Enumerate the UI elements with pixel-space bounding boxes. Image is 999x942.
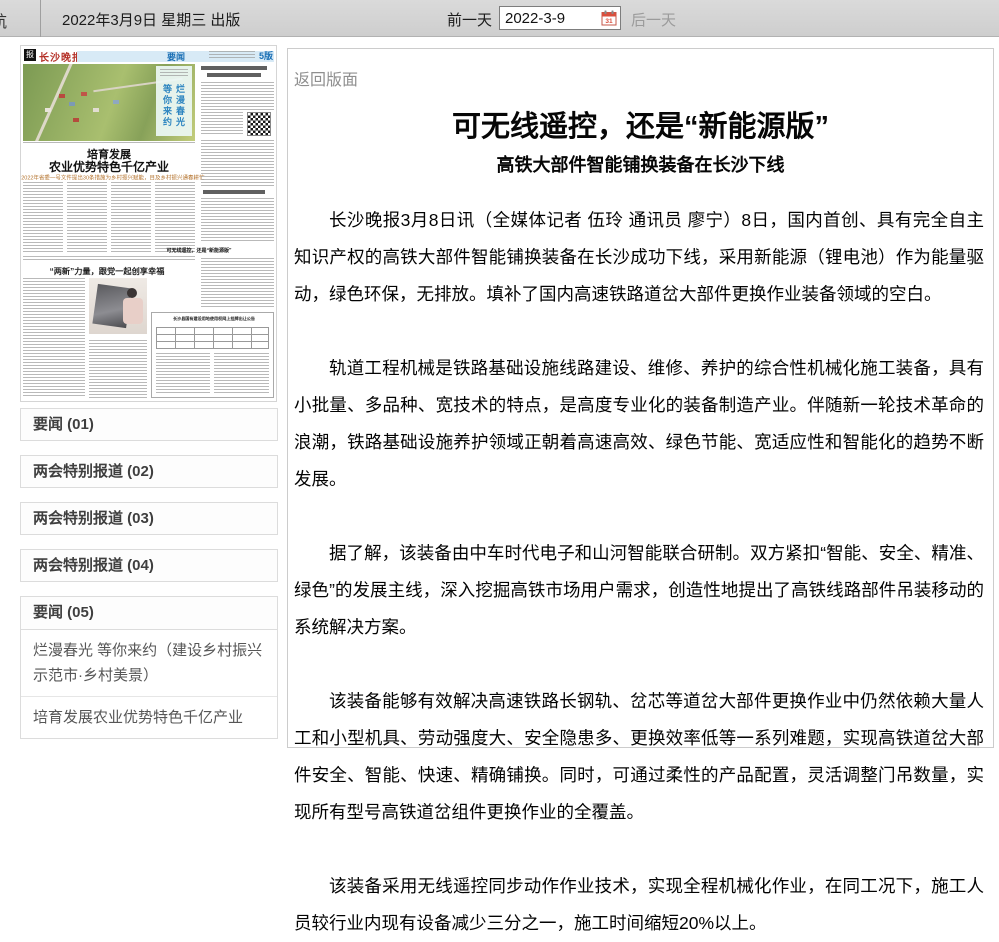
photo-house [45,108,51,112]
aerial-village-photo: 烂漫春光 等你来约 [23,64,195,141]
photo-road [32,64,73,141]
article-panel: 返回版面 可无线遥控，还是“新能源版” 高铁大部件智能铺换装备在长沙下线 长沙晚… [287,48,994,748]
sidebar-article-link[interactable]: 烂漫春光 等你来约（建设乡村振兴示范市·乡村美景） [21,630,277,697]
next-day-link-disabled: 后一天 [631,9,676,30]
photo-house [69,102,75,106]
page-number-label: 5版 [259,49,273,62]
mini-headline-bar [201,66,267,70]
section-label: 要闻 [167,50,185,63]
text-column [214,353,269,395]
article-paragraph: 据了解，该装备由中车时代电子和山河智能联合研制。双方紧扣“智能、安全、精准、绿色… [294,535,984,646]
spring-banner: 烂漫春光 等你来约 [156,66,192,136]
article-paragraph: 长沙晚报3月8日讯（全媒体记者 伍玲 通讯员 廖宁）8日，国内首创、具有完全自主… [294,202,984,313]
article-title: 可无线遥控，还是“新能源版” [288,103,993,145]
text-column [155,182,195,252]
text-column [111,182,151,252]
calendar-icon[interactable]: 31 [601,10,617,26]
photo-house [113,100,119,104]
clipped-nav-text: 航 [0,8,7,32]
text-column [67,182,107,252]
sidebar: 报 长沙晚报 要闻 5版 烂漫春光 等你来约 培育发展 农业优势特色千亿产业 2… [20,45,278,739]
worker-coat-shape [123,298,143,324]
mini-headline-bar [203,190,265,194]
svg-text:31: 31 [605,18,613,25]
text-column [23,278,85,398]
current-page-box: 要闻 (05) 烂漫春光 等你来约（建设乡村振兴示范市·乡村美景） 培育发展农业… [20,596,278,739]
sidebar-page-item[interactable]: 两会特别报道 (03) [20,502,278,535]
sidebar-page-item[interactable]: 两会特别报道 (04) [20,549,278,582]
photo-house [59,94,65,98]
text-column [201,140,274,186]
banner-text: 烂漫春光 等你来约 [161,80,187,132]
kicker-line [23,259,195,262]
worker-head-shape [127,288,137,298]
photo-caption-line [23,142,195,145]
land-notice-block: 长沙县国有建设用地使用权网上挂牌出让公告 [151,312,274,398]
photo-house [93,108,99,112]
newspaper-logo: 报 [24,49,36,61]
current-page-label[interactable]: 要闻 (05) [21,597,277,630]
text-column [23,182,63,252]
topbar-divider [40,0,41,37]
worker-photo [89,278,147,334]
date-input-value[interactable]: 2022-3-9 [505,10,565,27]
masthead-info-lines [209,51,255,59]
text-column [201,258,274,308]
notice-headline: 长沙县国有建设用地使用权网上挂牌出让公告 [153,315,276,321]
text-column [201,198,274,242]
mini-headline-bar [207,73,261,77]
article-paragraph: 该装备采用无线遥控同步动作作业技术，实现全程机械化作业，在同工况下，施工人员较行… [294,868,984,942]
article-body: 长沙晚报3月8日讯（全媒体记者 伍玲 通讯员 廖宁）8日，国内首创、具有完全自主… [294,202,984,942]
text-column [89,340,147,398]
article-paragraph: 轨道工程机械是铁路基础设施线路建设、维修、养护的综合性机械化施工装备，具有小批量… [294,350,984,498]
notice-table [156,327,269,349]
article-list: 烂漫春光 等你来约（建设乡村振兴示范市·乡村美景） 培育发展农业优势特色千亿产业 [21,630,277,738]
banner-small-text [160,69,188,78]
publication-date-label: 2022年3月9日 星期三 出版 [62,9,240,30]
article-subtitle: 高铁大部件智能铺换装备在长沙下线 [288,151,993,177]
newspaper-page-thumbnail[interactable]: 报 长沙晚报 要闻 5版 烂漫春光 等你来约 培育发展 农业优势特色千亿产业 2… [20,45,277,402]
back-to-page-link[interactable]: 返回版面 [294,66,358,90]
divider-rule [23,256,195,257]
date-input[interactable]: 2022-3-9 31 [499,6,621,30]
top-navigation-bar: 航 2022年3月9日 星期三 出版 前一天 2022-3-9 31 后一天 [0,0,999,37]
thumb-headline-1-subtitle: 2022年省委一号文件提出30条措施为乡村振兴赋能，目及乡村振兴通春耕忙 [21,173,193,181]
text-column [156,353,210,395]
previous-day-link[interactable]: 前一天 [447,9,492,30]
article-paragraph: 该装备能够有效解决高速铁路长钢轨、岔芯等道岔大部件更换作业中仍然依赖大量人工和小… [294,683,984,831]
text-column [201,112,243,136]
sidebar-article-link[interactable]: 培育发展农业优势特色千亿产业 [21,697,277,738]
photo-house [73,118,79,122]
text-column [201,82,274,110]
sidebar-page-item[interactable]: 要闻 (01) [20,408,278,441]
thumb-current-article-headline: 可无线遥控，还是“新能源版” [121,246,277,254]
page-list: 要闻 (01) 两会特别报道 (02) 两会特别报道 (03) 两会特别报道 (… [20,408,278,582]
sidebar-page-item[interactable]: 两会特别报道 (02) [20,455,278,488]
qr-code [247,112,271,136]
photo-house [81,92,87,96]
